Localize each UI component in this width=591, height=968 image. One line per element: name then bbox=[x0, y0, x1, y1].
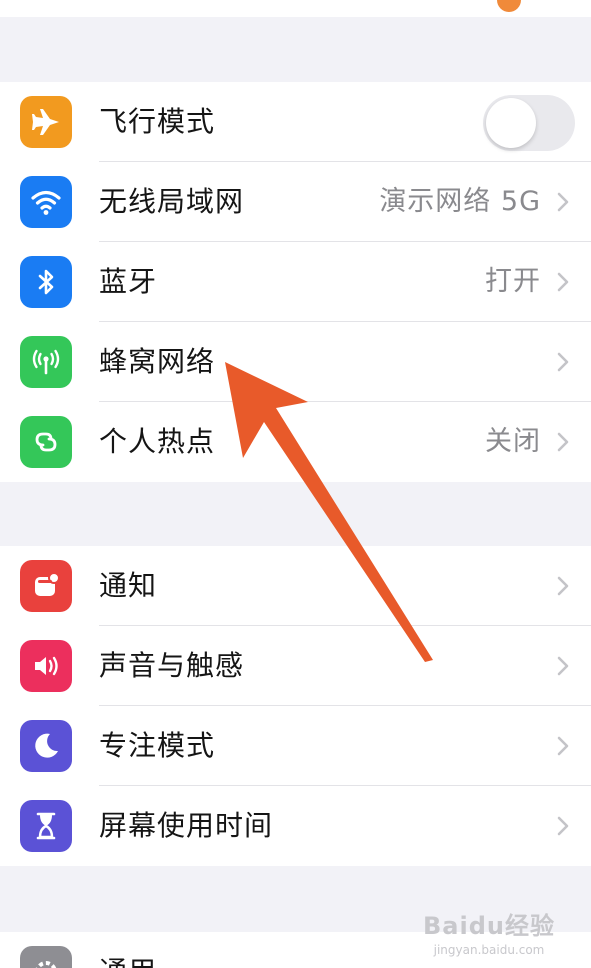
moon-icon bbox=[20, 720, 72, 772]
airplane-icon bbox=[20, 96, 72, 148]
row-label: 飞行模式 bbox=[99, 105, 216, 138]
row-label: 通用 bbox=[99, 932, 157, 968]
wifi-icon bbox=[20, 176, 72, 228]
chevron-right-icon bbox=[557, 432, 569, 452]
row-label: 个人热点 bbox=[99, 425, 216, 458]
bluetooth-icon bbox=[20, 256, 72, 308]
row-label: 屏幕使用时间 bbox=[99, 809, 274, 842]
row-bluetooth[interactable]: 蓝牙 打开 bbox=[0, 242, 591, 322]
row-personal-hotspot[interactable]: 个人热点 关闭 bbox=[0, 402, 591, 482]
row-value: 演示网络 5G bbox=[379, 186, 541, 217]
watermark-logo: Baidu经验 bbox=[423, 912, 555, 940]
connectivity-group: 飞行模式 无线局域网 演示网络 5G 蓝牙 打开 蜂窝网络 个人热点 关闭 bbox=[0, 82, 591, 482]
watermark: Baidu经验 jingyan.baidu.com bbox=[423, 906, 555, 957]
toggle-knob bbox=[486, 98, 536, 148]
profile-badge-icon bbox=[497, 0, 521, 12]
cellular-icon bbox=[20, 336, 72, 388]
gear-icon bbox=[20, 946, 72, 968]
row-label: 专注模式 bbox=[99, 729, 216, 762]
chevron-right-icon bbox=[557, 576, 569, 596]
hotspot-icon bbox=[20, 416, 72, 468]
row-label: 蓝牙 bbox=[99, 265, 158, 298]
chevron-right-icon bbox=[557, 272, 569, 292]
row-label: 通知 bbox=[99, 569, 158, 602]
chevron-right-icon bbox=[557, 736, 569, 756]
row-airplane-mode: 飞行模式 bbox=[0, 82, 591, 162]
row-value: 打开 bbox=[485, 266, 541, 297]
chevron-right-icon bbox=[557, 352, 569, 372]
airplane-mode-toggle[interactable] bbox=[483, 95, 575, 151]
row-wifi[interactable]: 无线局域网 演示网络 5G bbox=[0, 162, 591, 242]
chevron-right-icon bbox=[557, 816, 569, 836]
watermark-url: jingyan.baidu.com bbox=[433, 943, 545, 957]
row-cellular[interactable]: 蜂窝网络 bbox=[0, 322, 591, 402]
hourglass-icon bbox=[20, 800, 72, 852]
chevron-right-icon bbox=[557, 656, 569, 676]
notifications-group: 通知 声音与触感 专注模式 屏幕使用时间 bbox=[0, 546, 591, 866]
notification-icon bbox=[20, 560, 72, 612]
sound-icon bbox=[20, 640, 72, 692]
previous-section-strip bbox=[0, 0, 591, 17]
row-notifications[interactable]: 通知 bbox=[0, 546, 591, 626]
row-focus[interactable]: 专注模式 bbox=[0, 706, 591, 786]
row-label: 无线局域网 bbox=[99, 185, 245, 218]
row-screen-time[interactable]: 屏幕使用时间 bbox=[0, 786, 591, 866]
row-sounds-haptics[interactable]: 声音与触感 bbox=[0, 626, 591, 706]
row-label: 蜂窝网络 bbox=[99, 345, 216, 378]
chevron-right-icon bbox=[557, 192, 569, 212]
row-value: 关闭 bbox=[485, 426, 541, 457]
row-label: 声音与触感 bbox=[99, 649, 245, 682]
